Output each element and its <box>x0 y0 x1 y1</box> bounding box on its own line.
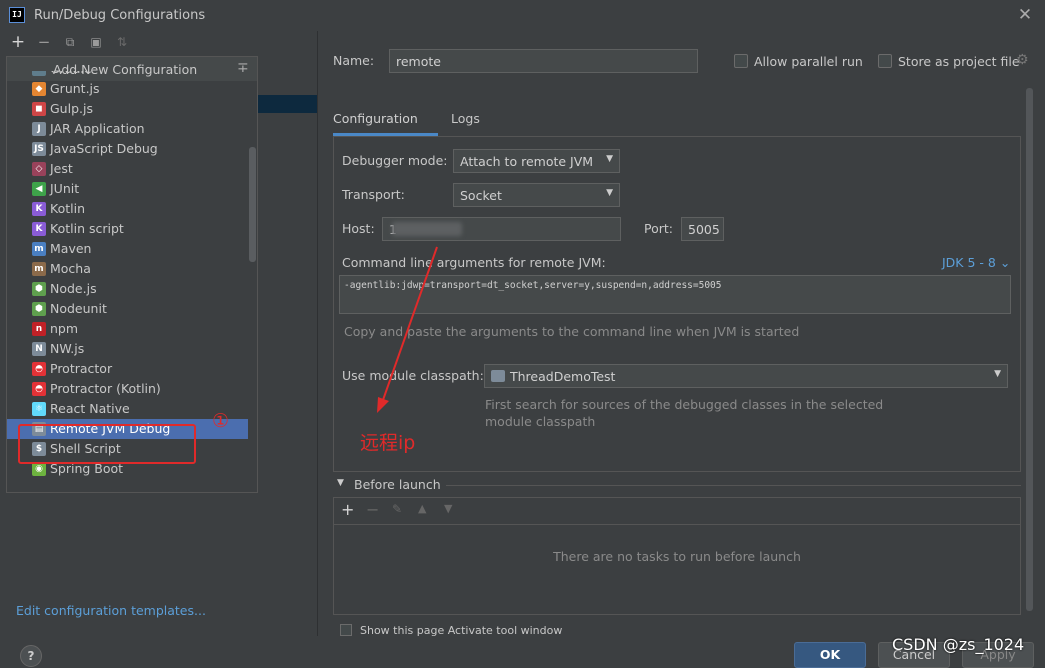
before-launch-label: Before launch <box>354 477 441 492</box>
tasks-toolbar: + − ✎ ▲ ▼ <box>333 497 1021 525</box>
section-separator <box>446 485 1021 486</box>
show-page-checkbox[interactable] <box>340 624 352 636</box>
remove-task-button[interactable]: − <box>366 500 379 519</box>
move-down-icon[interactable]: ▼ <box>444 502 452 515</box>
add-task-button[interactable]: + <box>341 500 354 519</box>
watermark: CSDN @zs_1024 <box>892 635 1025 654</box>
form-scrollbar[interactable] <box>1026 88 1033 611</box>
edit-task-icon[interactable]: ✎ <box>392 502 402 516</box>
empty-tasks-text: There are no tasks to run before launch <box>553 549 801 564</box>
move-up-icon[interactable]: ▲ <box>418 502 426 515</box>
annotation-ip-note: 远程ip <box>360 432 416 454</box>
peek-row-text: Show this page Activate tool window <box>360 624 563 636</box>
partially-visible-options: Show this page Activate tool window <box>340 624 640 636</box>
expand-triangle-icon[interactable]: ▼ <box>337 478 344 488</box>
ok-button[interactable]: OK <box>794 642 866 668</box>
